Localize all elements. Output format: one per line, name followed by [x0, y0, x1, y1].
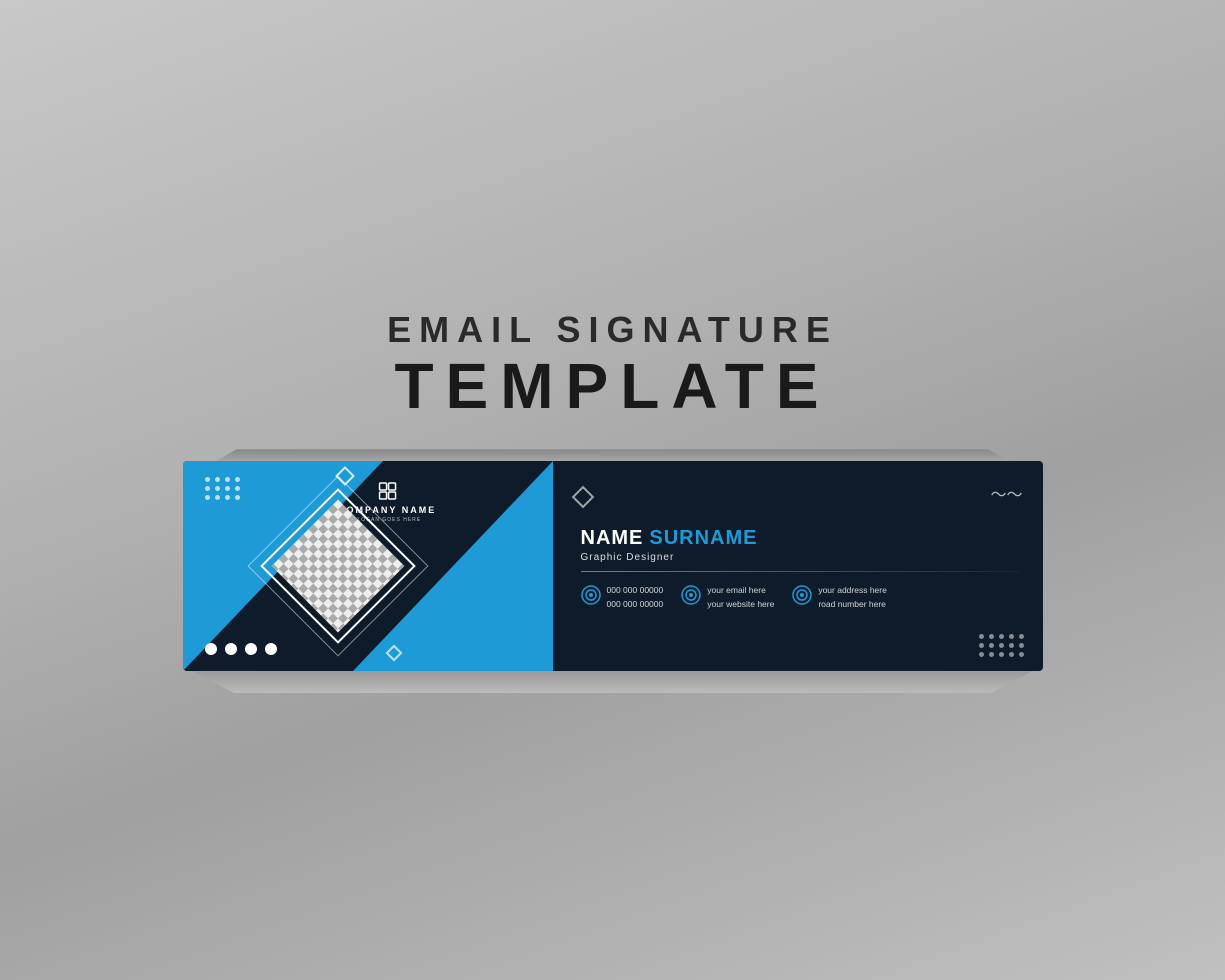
name-row: NAME SURNAME [581, 527, 1019, 550]
phone-line2: 000 000 00000 [607, 598, 664, 612]
email-icon [681, 585, 701, 605]
address-icon [792, 585, 812, 605]
right-section: 〜〜 NAME SURNAME Graphic Designer [553, 461, 1043, 671]
address-text: your address here road number here [818, 584, 887, 611]
phone-line1: 000 000 00000 [607, 584, 664, 598]
road-line: road number here [818, 598, 887, 612]
left-section: COMPANY NAME SLOGAN GOES HERE [183, 461, 553, 671]
divider [581, 571, 1019, 572]
contact-phone: 000 000 00000 000 000 00000 [581, 584, 664, 611]
first-name: NAME [581, 527, 644, 550]
page-title-block: EMAIL SIGNATURE TEMPLATE [387, 309, 838, 421]
logo-icon [375, 479, 399, 503]
title-line1: EMAIL SIGNATURE [387, 309, 838, 351]
contact-address: your address here road number here [792, 584, 887, 611]
address-line: your address here [818, 584, 887, 598]
right-diamond-deco [571, 486, 594, 509]
wave-decoration: 〜〜 [990, 481, 1022, 505]
dot-grid-bottom-right [979, 634, 1025, 657]
circles-bottom-left [205, 643, 277, 655]
contact-email: your email here your website here [681, 584, 774, 611]
phone-icon [581, 585, 601, 605]
phone-text: 000 000 00000 000 000 00000 [607, 584, 664, 611]
dot-grid-top-left [205, 477, 241, 500]
contact-row: 000 000 00000 000 000 00000 your email h… [581, 584, 1019, 611]
job-title: Graphic Designer [581, 552, 1019, 563]
title-line2: TEMPLATE [387, 351, 838, 421]
email-line: your email here [707, 584, 774, 598]
email-text: your email here your website here [707, 584, 774, 611]
last-name: SURNAME [649, 527, 757, 550]
website-line: your website here [707, 598, 774, 612]
card-wrapper: COMPANY NAME SLOGAN GOES HERE 〜〜 [183, 461, 1043, 671]
signature-card: COMPANY NAME SLOGAN GOES HERE 〜〜 [183, 461, 1043, 671]
